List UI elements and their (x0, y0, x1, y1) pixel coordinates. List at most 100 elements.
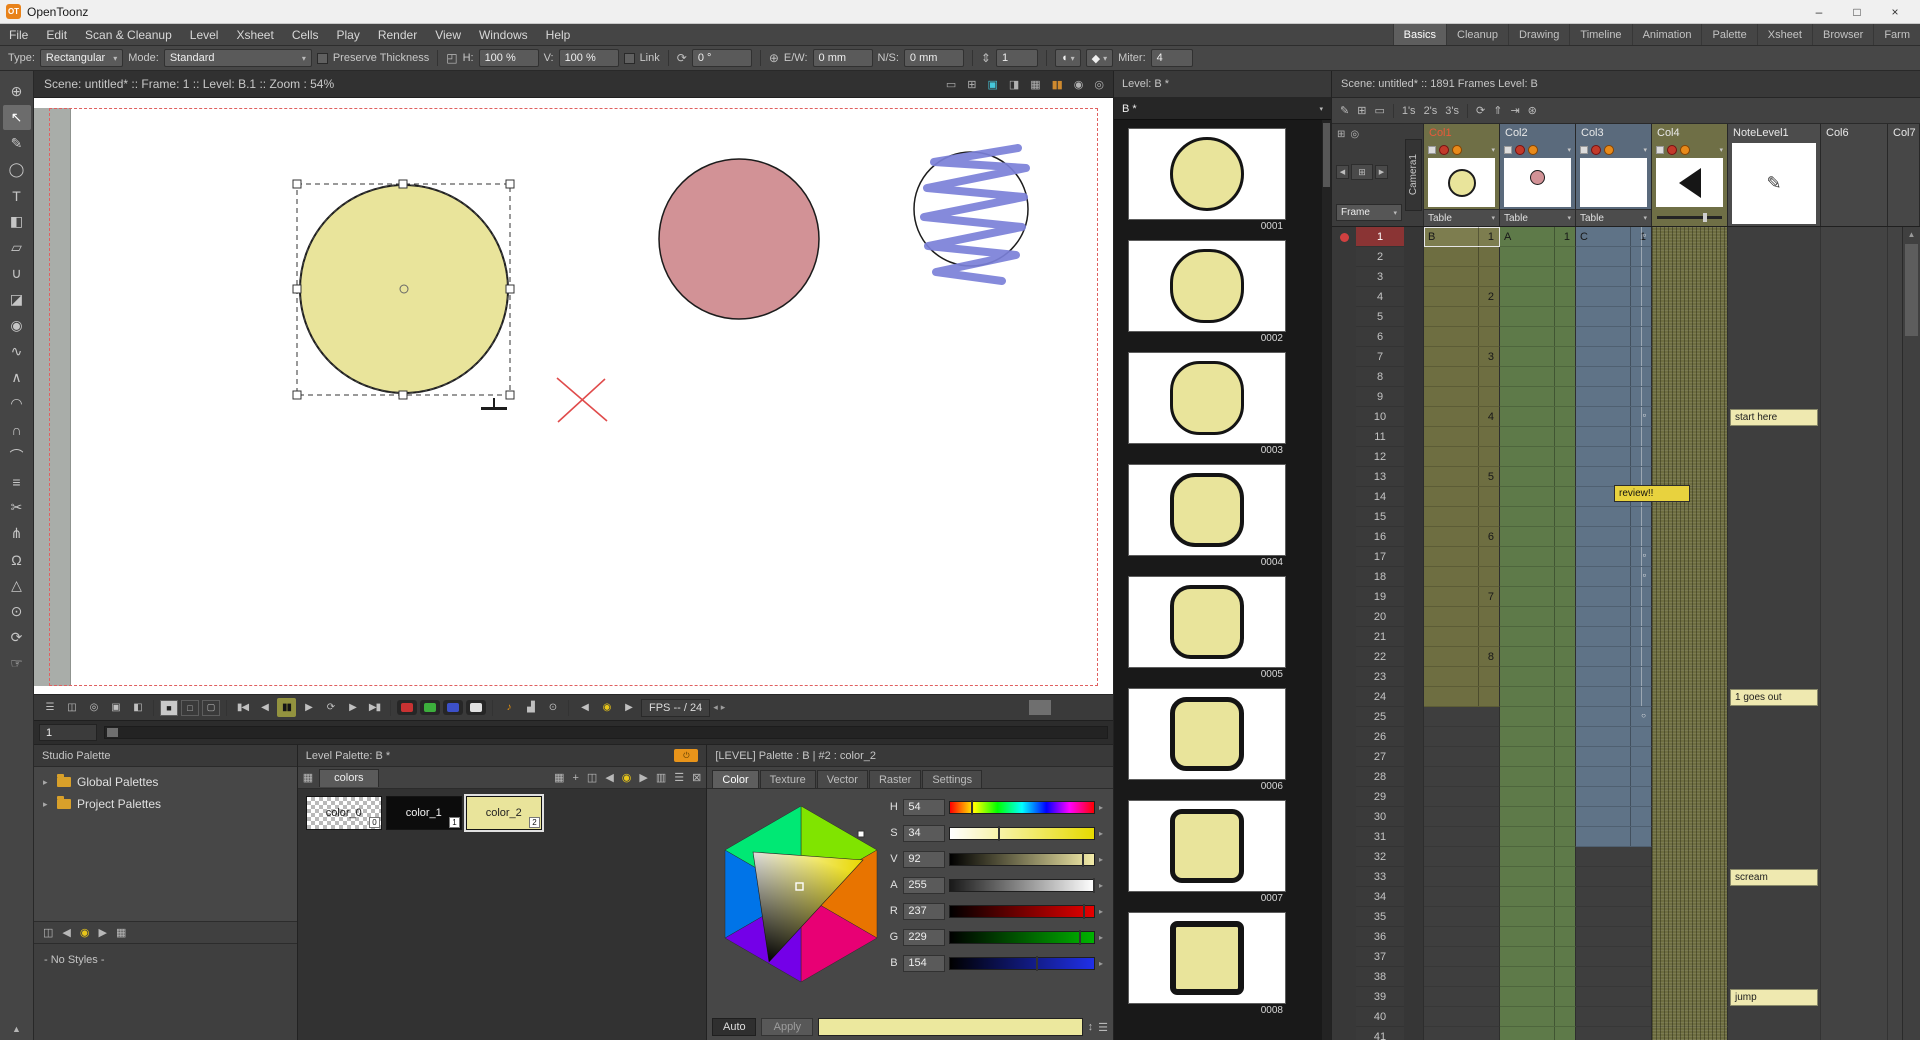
cell-col1-27[interactable] (1424, 747, 1500, 767)
frame-number-cell[interactable]: 39 (1356, 987, 1404, 1007)
cell-col3-1[interactable]: 1C▫ (1576, 227, 1652, 247)
cell-col2-5[interactable] (1500, 307, 1576, 327)
studio-palette-header[interactable]: Studio Palette (34, 745, 297, 767)
cell-col2-18[interactable] (1500, 567, 1576, 587)
camera-settings-icon[interactable]: ◎ (1350, 129, 1359, 140)
frame-number-cell[interactable]: 30 (1356, 807, 1404, 827)
empty-cell[interactable] (1888, 827, 1902, 847)
hsv-hexagon-picker[interactable] (711, 794, 883, 1014)
cell-col3-38[interactable] (1576, 967, 1652, 987)
slider-handle[interactable] (1083, 904, 1085, 919)
cell-col3-33[interactable] (1576, 867, 1652, 887)
frame-marker-cell[interactable] (1332, 467, 1356, 487)
camera-cell[interactable] (1404, 227, 1424, 247)
cell-col4-5[interactable] (1652, 307, 1728, 327)
frame-marker-cell[interactable] (1332, 787, 1356, 807)
slider-handle[interactable] (1093, 878, 1095, 893)
camera-cell[interactable] (1404, 1007, 1424, 1027)
cell-col3-9[interactable] (1576, 387, 1652, 407)
channel-slider[interactable] (949, 905, 1095, 918)
frame-thumbnail[interactable] (1128, 688, 1286, 780)
frame-number-cell[interactable]: 35 (1356, 907, 1404, 927)
cell-col4-6[interactable] (1652, 327, 1728, 347)
frame-marker-cell[interactable] (1332, 307, 1356, 327)
column-config-icon[interactable]: ▾ (1643, 146, 1647, 154)
prev-style-icon[interactable]: ◀ (605, 771, 613, 784)
level-frame-0002[interactable]: 0002 (1128, 240, 1286, 345)
frame-number-cell[interactable]: 32 (1356, 847, 1404, 867)
slider-expand-icon[interactable]: ▸ (1099, 829, 1109, 838)
brush-tool[interactable]: ✎ (3, 131, 31, 156)
cell-col1-5[interactable] (1424, 307, 1500, 327)
cell-col4-16[interactable] (1652, 527, 1728, 547)
frame-marker-cell[interactable] (1332, 767, 1356, 787)
note-cell[interactable] (1728, 227, 1821, 247)
tab-vector[interactable]: Vector (817, 770, 868, 788)
tree-expand-icon[interactable]: ▸ (43, 777, 51, 788)
frame-marker-cell[interactable] (1332, 687, 1356, 707)
cell-col1-23[interactable] (1424, 667, 1500, 687)
fps-decrease-icon[interactable]: ◂ (713, 702, 718, 713)
frame-marker-cell[interactable] (1332, 227, 1356, 247)
cell-col3-18[interactable]: ▫ (1576, 567, 1652, 587)
frame-number-cell[interactable]: 4 (1356, 287, 1404, 307)
frame-number-cell[interactable]: 6 (1356, 327, 1404, 347)
frame-marker-cell[interactable] (1332, 547, 1356, 567)
empty-cell[interactable] (1821, 967, 1888, 987)
cell-col1-26[interactable] (1424, 727, 1500, 747)
cell-col3-39[interactable] (1576, 987, 1652, 1007)
empty-cell[interactable] (1821, 827, 1888, 847)
scrollbar-thumb[interactable] (1905, 244, 1918, 336)
console-menu-icon[interactable]: ☰ (40, 698, 59, 717)
cell-col2-15[interactable] (1500, 507, 1576, 527)
frame-number-cell[interactable]: 5 (1356, 307, 1404, 327)
empty-cell[interactable] (1821, 627, 1888, 647)
frame-marker-cell[interactable] (1332, 587, 1356, 607)
repeat-icon[interactable]: ⟳ (1476, 104, 1485, 117)
camera-column-tab[interactable]: Camera1 (1405, 139, 1422, 211)
link-checkbox[interactable] (624, 53, 635, 64)
xsheet-column-header-col3[interactable]: Col3▾Table▾ (1576, 124, 1652, 226)
cell-col2-23[interactable] (1500, 667, 1576, 687)
palette-gizmo-button[interactable]: ⏻ (674, 749, 698, 762)
fps-field[interactable]: FPS -- / 24 (641, 699, 710, 717)
frame-marker-cell[interactable] (1332, 347, 1356, 367)
lock-toggle[interactable] (1504, 146, 1512, 154)
level-strip-combo[interactable]: B * ▾ (1114, 98, 1331, 120)
cell-col4-17[interactable] (1652, 547, 1728, 567)
cell-col2-3[interactable] (1500, 267, 1576, 287)
palette-page-tab-colors[interactable]: colors (319, 769, 378, 787)
xsheet-header[interactable]: Scene: untitled* :: 1891 Frames Level: B (1332, 71, 1920, 98)
frame-number-cell[interactable]: 40 (1356, 1007, 1404, 1027)
cell-col3-24[interactable] (1576, 687, 1652, 707)
slider-expand-icon[interactable]: ▸ (1099, 907, 1109, 916)
camera-cell[interactable] (1404, 987, 1424, 1007)
empty-cell[interactable] (1888, 627, 1902, 647)
camera-cell[interactable] (1404, 827, 1424, 847)
cell-col3-6[interactable] (1576, 327, 1652, 347)
play-button[interactable]: ▶ (299, 698, 318, 717)
camera-table-icon[interactable]: ⊞ (1337, 129, 1345, 140)
frame-marker-cell[interactable] (1332, 287, 1356, 307)
channel-slider[interactable] (949, 853, 1095, 866)
xsheet-column-header-notelevel1[interactable]: NoteLevel1✎ (1728, 124, 1821, 226)
empty-cell[interactable] (1821, 267, 1888, 287)
empty-cell[interactable] (1821, 807, 1888, 827)
cell-col4-10[interactable] (1652, 407, 1728, 427)
channel-value-field[interactable]: 34 (903, 825, 945, 842)
list-view-icon[interactable]: ☰ (674, 771, 684, 784)
lock-palette-icon[interactable]: ⊠ (692, 771, 701, 784)
cell-col1-4[interactable]: 2 (1424, 287, 1500, 307)
column-thumbnail[interactable] (1428, 158, 1495, 207)
frame-number-cell[interactable]: 15 (1356, 507, 1404, 527)
empty-cell[interactable] (1888, 1007, 1902, 1027)
empty-cell[interactable] (1888, 487, 1902, 507)
cell-col3-3[interactable] (1576, 267, 1652, 287)
menu-file[interactable]: File (0, 24, 37, 45)
empty-cell[interactable] (1888, 887, 1902, 907)
note-cell[interactable] (1728, 787, 1821, 807)
tab-color[interactable]: Color (712, 770, 758, 788)
keyframe-icon[interactable]: ▫ (1643, 231, 1646, 240)
note-cell[interactable] (1728, 727, 1821, 747)
matte-channel-button[interactable] (466, 700, 486, 715)
